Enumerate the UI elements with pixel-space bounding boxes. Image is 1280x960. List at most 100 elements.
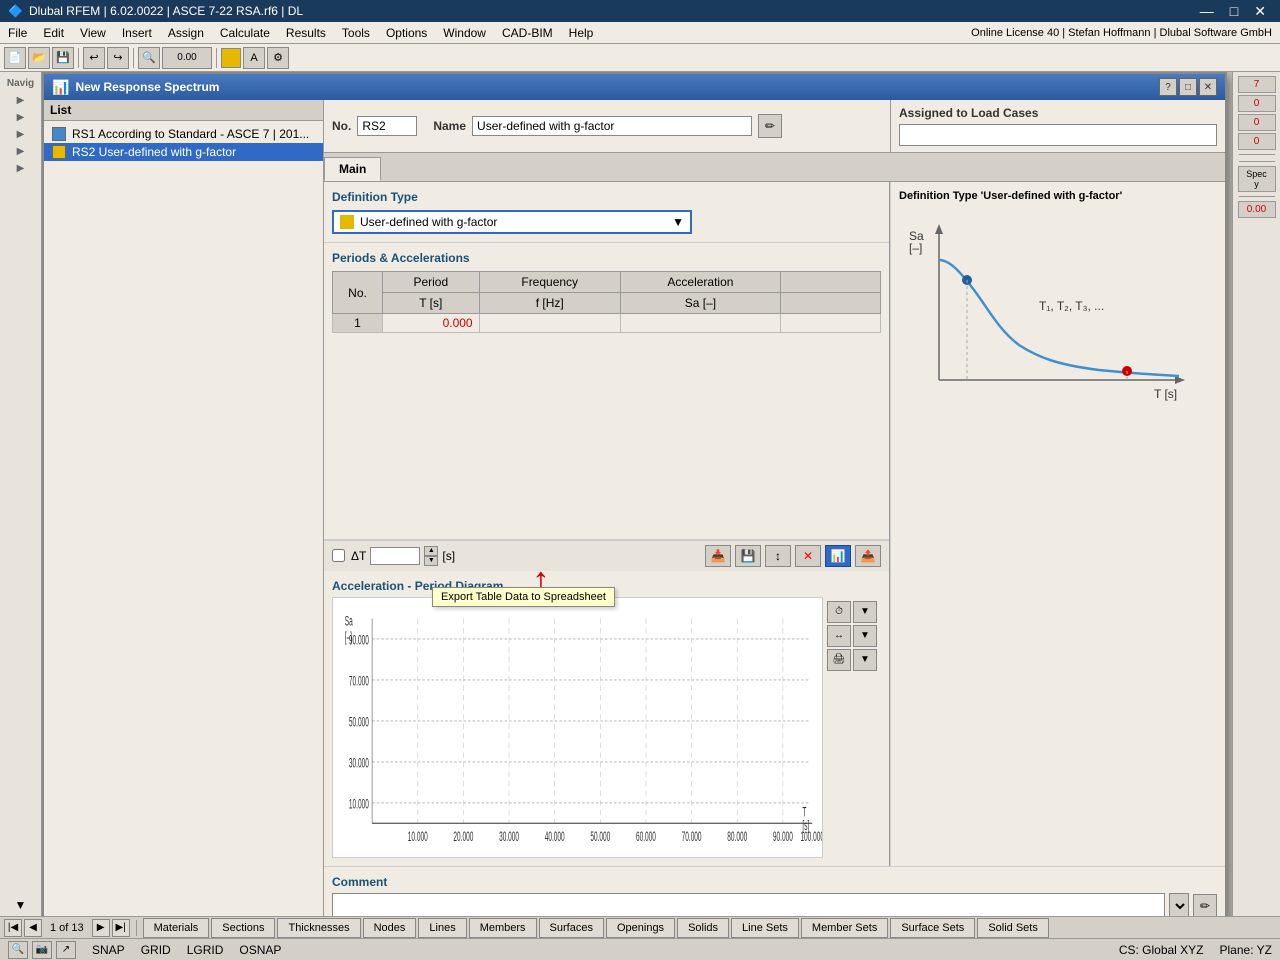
delta-t-spinner[interactable]: ▲ ▼ [424,546,438,566]
chart-print2-button[interactable]: ▼ [853,649,877,671]
chart-resize-button[interactable]: ↔ [827,625,851,647]
text-button[interactable]: A [243,47,265,69]
status-tab-surfaces[interactable]: Surfaces [539,918,604,938]
bottom-btn-2[interactable]: 📷 [32,941,52,959]
status-tab-line-sets[interactable]: Line Sets [731,918,799,938]
maximize-button[interactable]: □ [1224,3,1244,20]
comment-input[interactable] [332,893,1165,916]
status-tab-solid-sets[interactable]: Solid Sets [977,918,1049,938]
snap-label[interactable]: SNAP [92,943,125,957]
comment-dropdown[interactable]: ▼ [1169,893,1189,916]
delta-t-label: ΔT [351,549,366,563]
table-sort-button[interactable]: ↕ [765,545,791,567]
right-panel-nav2[interactable]: 0 [1238,95,1276,112]
status-tab-openings[interactable]: Openings [606,918,675,938]
delta-t-up[interactable]: ▲ [424,546,438,556]
menu-window[interactable]: Window [435,24,494,42]
bottom-btn-1[interactable]: 🔍 [8,941,28,959]
close-button[interactable]: ✕ [1248,3,1272,20]
status-tab-solids[interactable]: Solids [677,918,729,938]
table-save-button[interactable]: 💾 [735,545,761,567]
def-type-dropdown[interactable]: User-defined with g-factor ▼ [332,210,692,234]
right-panel-spec[interactable]: Specy [1238,166,1276,192]
comment-edit-button[interactable]: ✏ [1193,894,1217,916]
zoom-in-button[interactable]: 🔍 [138,47,160,69]
dialog-maximize-button[interactable]: □ [1179,78,1197,96]
chart-expand-button[interactable]: ▼ [853,601,877,623]
status-tab-sections[interactable]: Sections [211,918,275,938]
menu-insert[interactable]: Insert [114,24,160,42]
menu-assign[interactable]: Assign [160,24,212,42]
status-tab-materials[interactable]: Materials [143,918,210,938]
minimize-button[interactable]: — [1194,3,1220,20]
right-panel-val[interactable]: 0.00 [1238,201,1276,218]
menu-cad-bim[interactable]: CAD-BIM [494,24,561,42]
nav-first-button[interactable]: |◀ [4,919,22,937]
save-button[interactable]: 💾 [52,47,74,69]
status-tab-member-sets[interactable]: Member Sets [801,918,888,938]
undo-button[interactable]: ↩ [83,47,105,69]
name-edit-button[interactable]: ✏ [758,114,782,138]
menu-tools[interactable]: Tools [334,24,378,42]
nav-chevron-4[interactable]: ▶ [15,144,27,159]
dialog-title-controls[interactable]: ? □ ✕ [1159,78,1217,96]
menu-file[interactable]: File [0,24,35,42]
status-tab-thicknesses[interactable]: Thicknesses [277,918,360,938]
right-panel-nav3[interactable]: 0 [1238,114,1276,131]
title-bar-controls[interactable]: — □ ✕ [1194,3,1272,20]
nav-bottom-chevron[interactable]: ▼ [15,898,27,912]
list-item-rs1[interactable]: RS1 According to Standard - ASCE 7 | 201… [44,125,323,143]
new-button[interactable]: 📄 [4,47,26,69]
color-selector[interactable] [221,48,241,68]
menu-view[interactable]: View [72,24,114,42]
nav-prev-button[interactable]: ◀ [24,919,42,937]
dialog-close-button[interactable]: ✕ [1199,78,1217,96]
delta-t-checkbox[interactable] [332,549,345,562]
nav-chevron-2[interactable]: ▶ [15,110,27,125]
list-item-rs2[interactable]: RS2 User-defined with g-factor [44,143,323,161]
status-tab-surface-sets[interactable]: Surface Sets [890,918,975,938]
chart-resize2-button[interactable]: ▼ [853,625,877,647]
nav-chevron-1[interactable]: ▶ [15,93,27,108]
lgrid-label[interactable]: LGRID [187,943,224,957]
nav-last-button[interactable]: ▶| [112,919,130,937]
dialog-help-button[interactable]: ? [1159,78,1177,96]
no-input[interactable] [357,116,417,136]
name-input[interactable] [472,116,752,136]
row1-period[interactable]: 0.000 [383,314,480,333]
assigned-input[interactable] [899,124,1217,146]
row1-freq[interactable] [479,314,620,333]
right-sep-2 [1239,161,1275,162]
osnap-label[interactable]: OSNAP [239,943,281,957]
row1-accel[interactable] [620,314,780,333]
nav-chevron-3[interactable]: ▶ [15,127,27,142]
table-export-button2[interactable]: 📤 [855,545,881,567]
menu-help[interactable]: Help [561,24,602,42]
right-panel-nav[interactable]: 7 [1238,76,1276,93]
redo-button[interactable]: ↪ [107,47,129,69]
table-delete-row-button[interactable]: ✕ [795,545,821,567]
tab-area: Main Definition Type [324,153,1225,866]
table-import-button[interactable]: 📥 [705,545,731,567]
status-tab-members[interactable]: Members [469,918,537,938]
nav-next-button[interactable]: ▶ [92,919,110,937]
delta-t-down[interactable]: ▼ [424,556,438,566]
table-export-spreadsheet-button[interactable]: 📊 [825,545,851,567]
menu-calculate[interactable]: Calculate [212,24,278,42]
settings-button[interactable]: ⚙ [267,47,289,69]
status-tab-lines[interactable]: Lines [418,918,466,938]
grid-label[interactable]: GRID [141,943,171,957]
y-label-4: 30.000 [349,755,369,770]
delta-t-input[interactable] [370,547,420,565]
bottom-btn-3[interactable]: ↗ [56,941,76,959]
status-tab-nodes[interactable]: Nodes [363,918,417,938]
open-button[interactable]: 📂 [28,47,50,69]
chart-clock-button[interactable]: ⏱ [827,601,851,623]
chart-print-button[interactable]: 🖨 [827,649,851,671]
tab-main[interactable]: Main [324,157,381,181]
menu-edit[interactable]: Edit [35,24,72,42]
menu-options[interactable]: Options [378,24,435,42]
nav-chevron-5[interactable]: ▶ [15,161,27,176]
right-panel-nav4[interactable]: 0 [1238,133,1276,150]
menu-results[interactable]: Results [278,24,334,42]
